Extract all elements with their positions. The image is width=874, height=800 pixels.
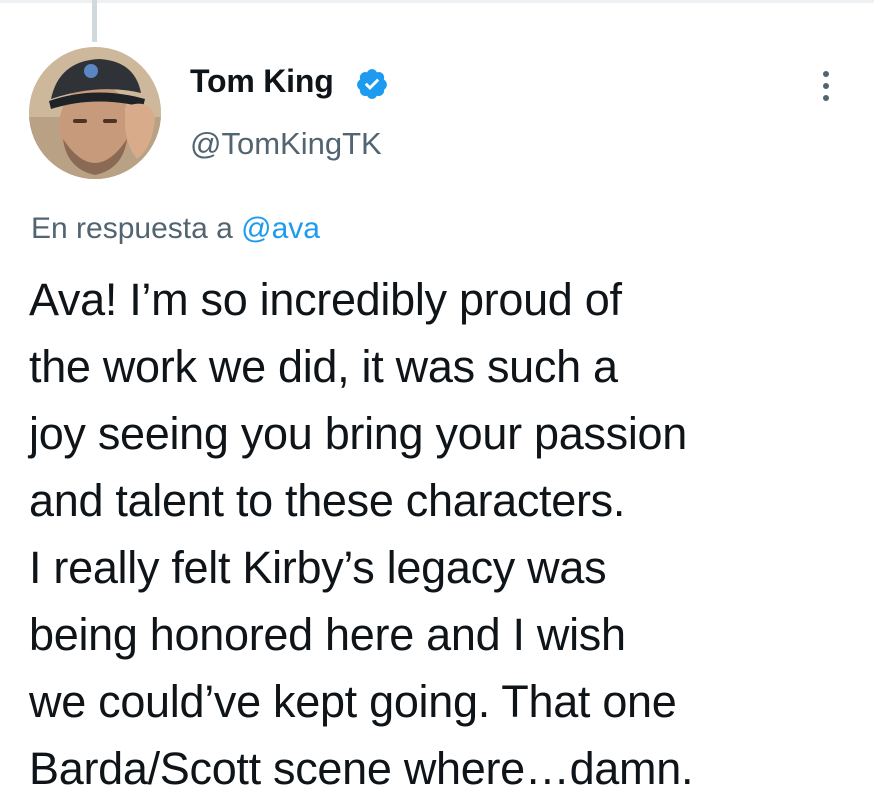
- ellipsis-dot: [823, 83, 829, 89]
- tweet-body: Ava! I’m so incredibly proud of the work…: [29, 266, 867, 800]
- ellipsis-dot: [823, 95, 829, 101]
- author-handle[interactable]: @TomKingTK: [190, 126, 382, 162]
- tweet-text-line: the work we did, it was such a: [29, 341, 618, 392]
- tweet-text-line: joy seeing you bring your passion: [29, 408, 688, 459]
- thread-connector-line: [92, 0, 97, 42]
- top-divider: [0, 0, 874, 3]
- more-options-button[interactable]: [810, 64, 842, 108]
- tweet-text-line: Ava! I’m so incredibly proud of: [29, 274, 622, 325]
- tweet-text-line: and talent to these characters.: [29, 475, 626, 526]
- verified-badge-icon: [357, 69, 387, 99]
- vertical-ellipsis-icon: [823, 71, 829, 77]
- tweet-text-line: being honored here and I wish: [29, 609, 626, 660]
- avatar[interactable]: [29, 47, 161, 179]
- tweet-text-line: I really felt Kirby’s legacy was: [29, 542, 607, 593]
- tweet-text-line: we could’ve kept going. That one: [29, 676, 677, 727]
- reply-to-handle-link[interactable]: @ava: [241, 212, 320, 245]
- tweet-text-line: Barda/Scott scene where…damn.: [29, 743, 694, 794]
- avatar-image: [29, 47, 161, 179]
- reply-prefix: En respuesta a: [31, 212, 233, 245]
- reply-context: En respuesta a @ava: [31, 212, 320, 246]
- author-display-name[interactable]: Tom King: [190, 63, 334, 100]
